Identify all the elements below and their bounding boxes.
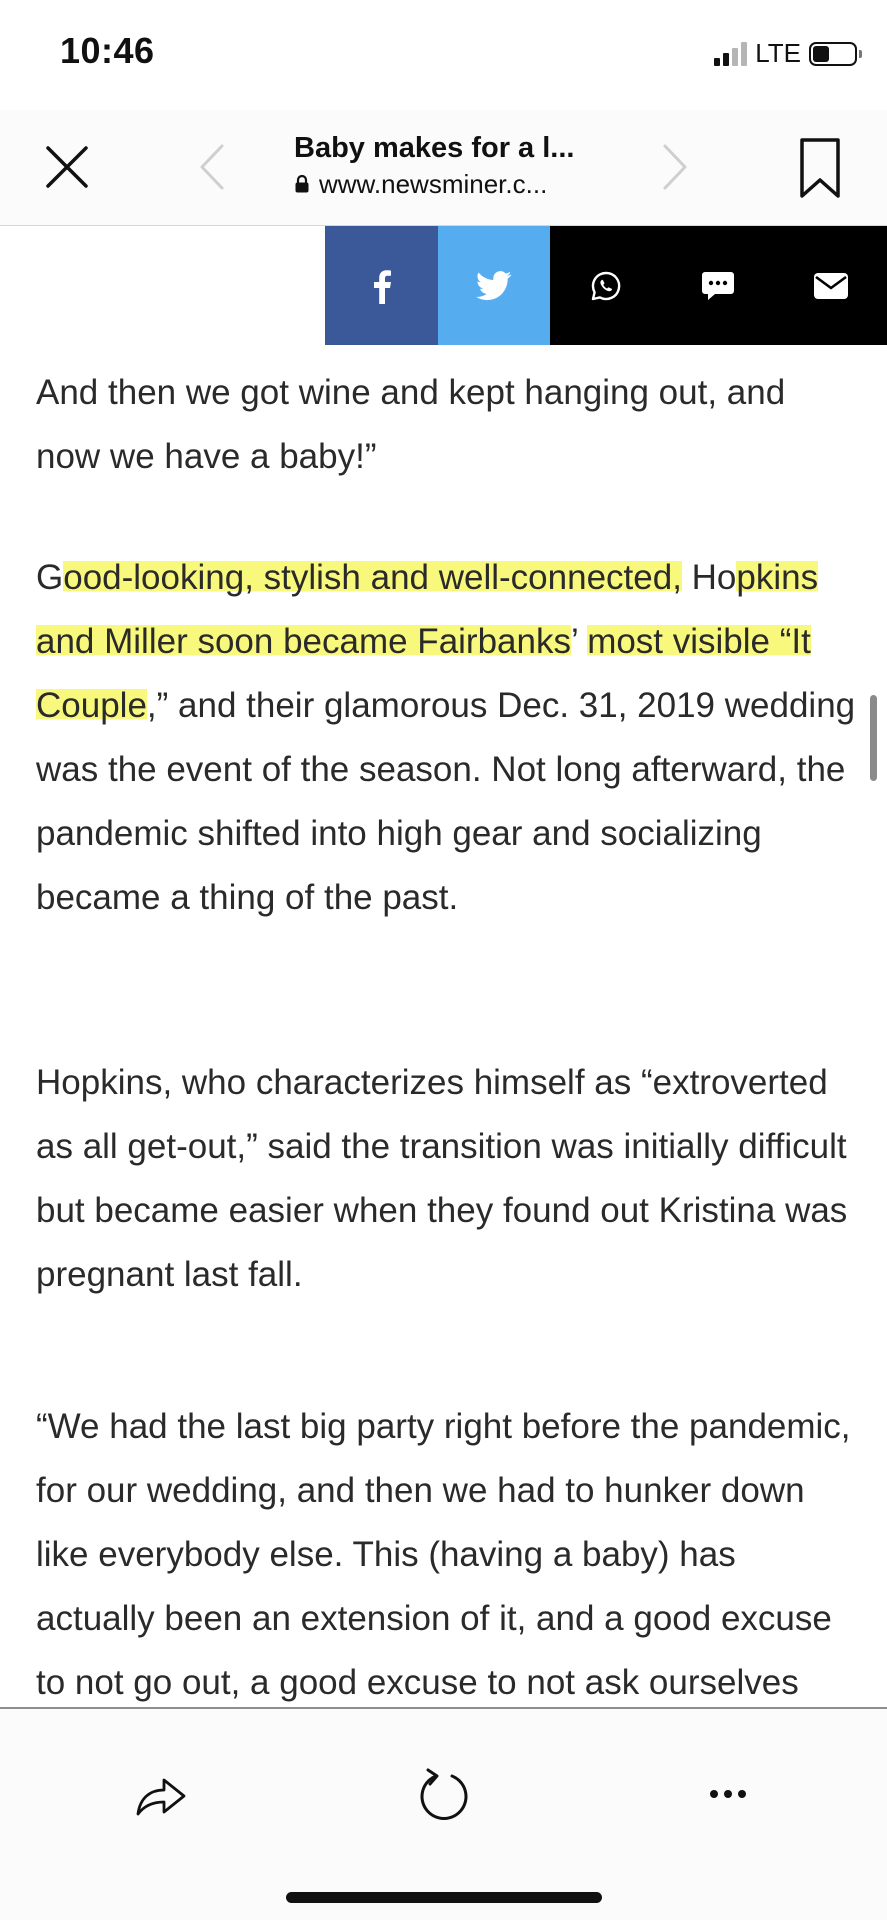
- page-title: Baby makes for a l...: [294, 132, 575, 164]
- lock-icon: [295, 174, 309, 193]
- url-row: www.newsminer.c...: [294, 168, 624, 200]
- email-icon: [813, 272, 848, 299]
- home-indicator[interactable]: [286, 1892, 602, 1903]
- status-bar: 10:46 LTE: [0, 0, 887, 110]
- whatsapp-icon: [591, 271, 621, 300]
- more-icon-dot: [724, 1790, 732, 1798]
- reload-button[interactable]: [414, 1764, 474, 1824]
- article-paragraph: Hopkins, who characterizes himself as “e…: [36, 1063, 848, 1294]
- scroll-indicator[interactable]: [870, 695, 877, 781]
- network-label: LTE: [755, 38, 801, 68]
- chevron-left-icon: [200, 144, 224, 190]
- text-segment: Ho: [681, 558, 737, 597]
- article-paragraph: And then we got wine and kept hanging ou…: [36, 373, 786, 476]
- text-segment: ’: [570, 622, 588, 661]
- share-bar: [325, 226, 887, 345]
- bookmark-icon: [800, 138, 840, 198]
- close-button[interactable]: [40, 140, 94, 194]
- more-icon: [710, 1790, 718, 1798]
- share-email-button[interactable]: [774, 226, 887, 345]
- article-paragraph: “We had the last big party right before …: [36, 1407, 851, 1702]
- forward-button[interactable]: [655, 140, 695, 194]
- reload-icon: [420, 1768, 468, 1820]
- share-whatsapp-button[interactable]: [550, 226, 662, 345]
- back-button[interactable]: [192, 140, 232, 194]
- share-facebook-button[interactable]: [325, 226, 438, 345]
- bookmark-button[interactable]: [792, 134, 848, 204]
- status-time: 10:46: [60, 30, 155, 71]
- browser-toolbar: Baby makes for a l... www.newsminer.c...: [0, 110, 887, 226]
- text-segment: G: [36, 558, 64, 597]
- facebook-icon: [373, 269, 391, 304]
- article-paragraph-highlighted: Good-looking, stylish and well-connected…: [36, 546, 856, 930]
- more-icon-dot: [738, 1790, 746, 1798]
- browser-page: 10:46 LTE Baby makes for a l... www.news…: [0, 0, 887, 1920]
- share-twitter-button[interactable]: [438, 226, 550, 345]
- battery-icon: [809, 41, 862, 66]
- url-text: www.newsminer.c...: [319, 169, 548, 199]
- sms-icon: [702, 271, 734, 300]
- twitter-icon: [476, 270, 512, 300]
- battery-level: [813, 45, 829, 62]
- close-icon: [46, 146, 88, 188]
- status-indicators: LTE: [714, 38, 862, 69]
- more-button[interactable]: [698, 1764, 758, 1824]
- article-body: And then we got wine and kept hanging ou…: [36, 345, 856, 1705]
- chevron-right-icon: [663, 144, 687, 190]
- text-segment: ,” and their glamorous Dec. 31, 2019 wed…: [36, 686, 856, 917]
- signal-icon: [714, 41, 748, 66]
- highlighted-text[interactable]: ood-looking, stylish and well-connected,: [63, 558, 682, 597]
- share-icon: [136, 1778, 186, 1816]
- share-sms-button[interactable]: [662, 226, 774, 345]
- page-title-block[interactable]: Baby makes for a l... www.newsminer.c...: [294, 130, 624, 200]
- share-button[interactable]: [130, 1764, 190, 1824]
- bottom-toolbar: [0, 1707, 887, 1920]
